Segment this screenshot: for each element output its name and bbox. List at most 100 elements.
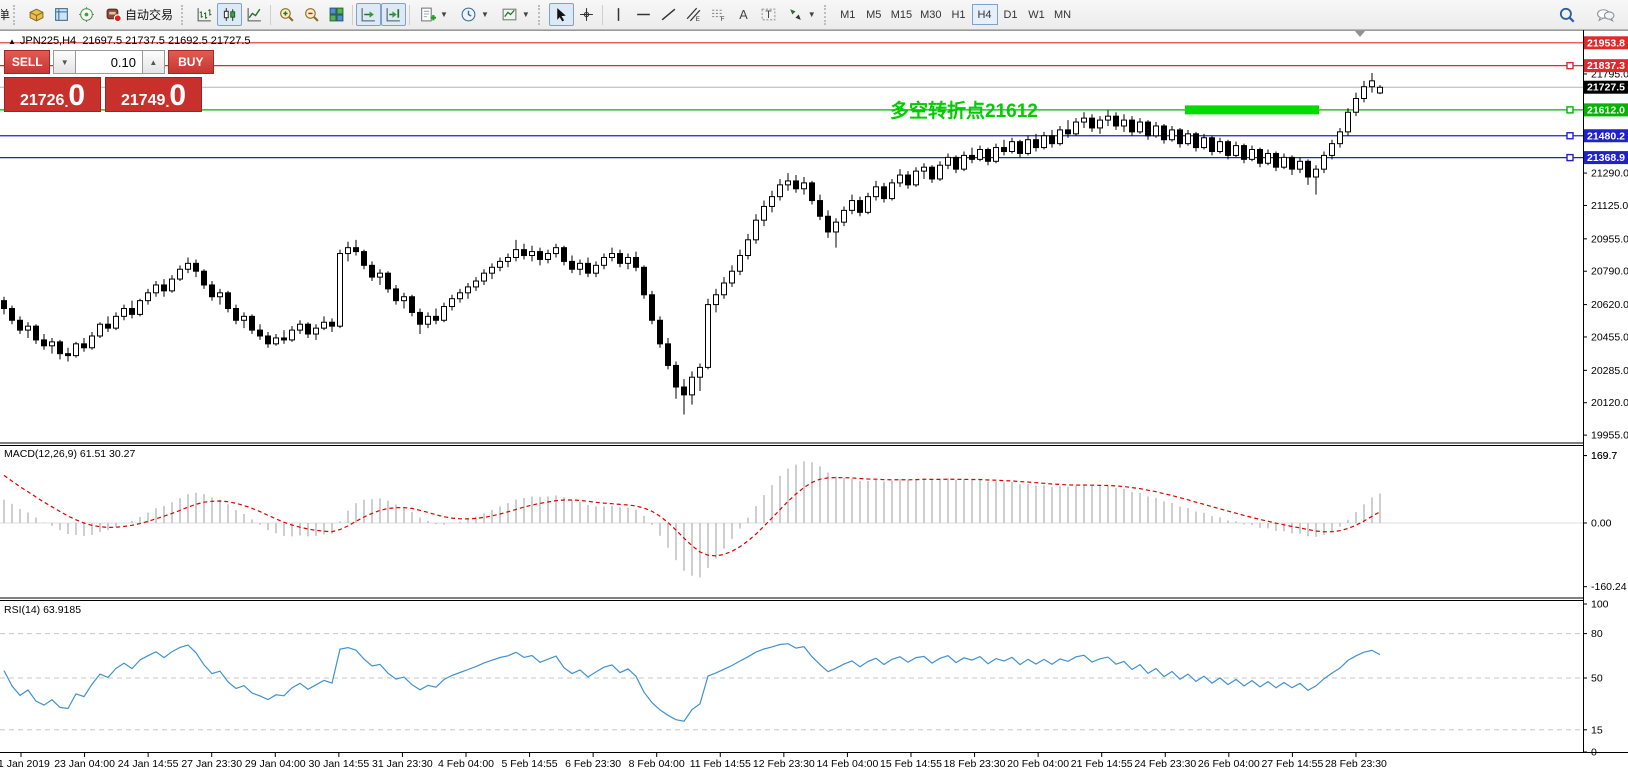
bar-chart-button[interactable] <box>192 3 217 26</box>
timeframe-m5-button[interactable]: M5 <box>861 4 887 25</box>
timeframe-m15-button[interactable]: M15 <box>887 4 916 25</box>
lot-size-input[interactable] <box>75 50 143 74</box>
search-button[interactable] <box>1554 3 1579 26</box>
auto-scroll-button[interactable] <box>356 3 381 26</box>
tile-windows-icon <box>328 6 345 23</box>
svg-text:T: T <box>765 9 772 21</box>
templates-button[interactable]: ▼ <box>495 3 536 26</box>
horizontal-line-icon <box>635 6 652 23</box>
line-chart-icon <box>246 6 263 23</box>
chat-button[interactable] <box>1593 3 1618 26</box>
chart-title: ▲JPN225,H4 21697.5 21737.5 21692.5 21727… <box>8 35 251 47</box>
market-watch-icon <box>28 6 45 23</box>
text-label-button[interactable]: T <box>756 3 781 26</box>
zoom-out-button[interactable] <box>299 3 324 26</box>
sell-price-box[interactable]: 21726.0 <box>4 77 101 112</box>
cursor-button[interactable] <box>549 3 574 26</box>
toolbar-grip <box>13 5 22 25</box>
line-handle-marker[interactable] <box>1567 133 1573 139</box>
sell-button[interactable]: SELL <box>4 50 50 74</box>
toolbar-separator <box>409 5 410 25</box>
svg-text:21125.0: 21125.0 <box>1591 200 1628 212</box>
timeframe-toolbar: M1M5M15M30H1H4D1W1MN <box>835 4 1076 25</box>
toolbar-separator <box>602 5 603 25</box>
line-handle-marker[interactable] <box>1567 107 1573 113</box>
market-watch-button[interactable] <box>24 3 49 26</box>
zoom-in-icon <box>278 6 295 23</box>
arrows-button[interactable]: ▼ <box>781 3 822 26</box>
timeframe-h4-button[interactable]: H4 <box>972 4 998 25</box>
highlight-box[interactable] <box>1185 105 1319 114</box>
line-handle-marker[interactable] <box>1567 155 1573 161</box>
chart-shift-button[interactable] <box>381 3 406 26</box>
one-click-top-row: SELL ▼ ▲ BUY <box>4 50 214 74</box>
svg-text:15 Feb 14:55: 15 Feb 14:55 <box>880 758 942 770</box>
autotrading-button[interactable]: 自动交易 <box>99 3 179 26</box>
svg-text:28 Feb 23:30: 28 Feb 23:30 <box>1325 758 1387 770</box>
candlestick-chart-button[interactable] <box>217 3 242 26</box>
svg-text:20455.0: 20455.0 <box>1591 331 1628 343</box>
svg-text:E: E <box>695 16 699 23</box>
svg-text:0.00: 0.00 <box>1591 518 1612 530</box>
svg-text:11 Feb 14:55: 11 Feb 14:55 <box>690 758 751 770</box>
chart-window[interactable]: 21795.021290.021125.020955.020790.020620… <box>0 30 1628 776</box>
buy-button[interactable]: BUY <box>168 50 214 74</box>
navigator-icon <box>78 6 95 23</box>
lot-decrease-button[interactable]: ▼ <box>53 50 75 74</box>
buy-price-main: 21749 <box>121 93 166 109</box>
svg-text:27 Jan 23:30: 27 Jan 23:30 <box>181 758 242 770</box>
navigator-button[interactable] <box>74 3 99 26</box>
toolbar-separator <box>352 5 353 25</box>
timeframe-mn-button[interactable]: MN <box>1050 4 1076 25</box>
buy-price-box[interactable]: 21749.0 <box>105 77 202 112</box>
svg-text:21612.0: 21612.0 <box>1587 104 1625 116</box>
svg-text:A: A <box>739 7 748 22</box>
toolbar-grip <box>181 5 190 25</box>
chart-title-symbol: JPN225,H4 <box>20 35 76 47</box>
crosshair-button[interactable] <box>574 3 599 26</box>
trendline-button[interactable] <box>656 3 681 26</box>
channel-button[interactable]: E <box>681 3 706 26</box>
chat-icon <box>1596 6 1615 24</box>
candlestick-chart-icon <box>221 6 238 23</box>
data-window-button[interactable] <box>49 3 74 26</box>
vertical-line-button[interactable] <box>606 3 631 26</box>
trendline-icon <box>660 6 677 23</box>
svg-text:27 Feb 14:55: 27 Feb 14:55 <box>1261 758 1323 770</box>
line-chart-button[interactable] <box>242 3 267 26</box>
arrows-icon <box>787 6 804 23</box>
chart-shift-icon <box>385 6 402 23</box>
svg-text:-160.24: -160.24 <box>1591 581 1627 593</box>
timeframe-m1-button[interactable]: M1 <box>835 4 861 25</box>
add-indicator-button[interactable]: ▼ <box>413 3 454 26</box>
timeframe-w1-button[interactable]: W1 <box>1024 4 1050 25</box>
templates-icon <box>501 6 518 23</box>
horizontal-line-button[interactable] <box>631 3 656 26</box>
text-button[interactable]: A <box>731 3 756 26</box>
new-order-button[interactable]: 单 <box>0 3 11 26</box>
dropdown-arrow-icon: ▼ <box>440 10 448 19</box>
fibonacci-icon: F <box>710 6 727 23</box>
svg-text:14 Feb 04:00: 14 Feb 04:00 <box>816 758 878 770</box>
timeframe-d1-button[interactable]: D1 <box>998 4 1024 25</box>
lot-increase-button[interactable]: ▲ <box>143 50 165 74</box>
svg-text:12 Feb 23:30: 12 Feb 23:30 <box>753 758 815 770</box>
chart-annotation-text[interactable]: 多空转折点21612 <box>890 96 1038 123</box>
periods-button[interactable]: ▼ <box>454 3 495 26</box>
svg-text:20620.0: 20620.0 <box>1591 299 1628 311</box>
svg-text:30 Jan 14:55: 30 Jan 14:55 <box>308 758 369 770</box>
svg-text:19955.0: 19955.0 <box>1591 430 1628 442</box>
tile-windows-button[interactable] <box>324 3 349 26</box>
svg-text:23 Jan 04:00: 23 Jan 04:00 <box>54 758 115 770</box>
line-handle-marker[interactable] <box>1567 63 1573 69</box>
price-chart[interactable]: 21795.021290.021125.020955.020790.020620… <box>0 30 1628 776</box>
svg-text:21837.3: 21837.3 <box>1587 60 1625 72</box>
zoom-in-button[interactable] <box>274 3 299 26</box>
sell-price-pip: 0 <box>68 84 85 109</box>
fibonacci-button[interactable]: F <box>706 3 731 26</box>
one-click-trading-panel: SELL ▼ ▲ BUY 21726.0 21749.0 <box>4 50 214 112</box>
timeframe-m30-button[interactable]: M30 <box>916 4 945 25</box>
timeframe-h1-button[interactable]: H1 <box>946 4 972 25</box>
svg-text:21 Feb 14:55: 21 Feb 14:55 <box>1071 758 1133 770</box>
crosshair-icon <box>578 6 595 23</box>
